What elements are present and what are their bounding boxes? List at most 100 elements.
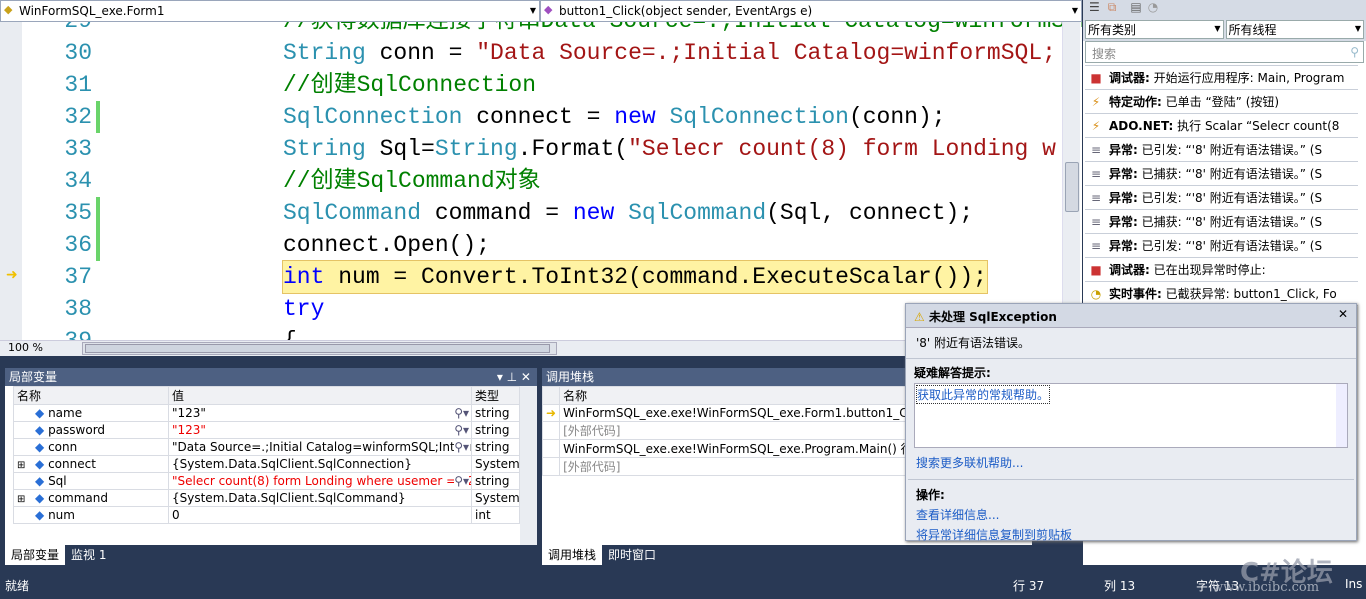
line-number: 29 (22, 22, 92, 37)
chevron-down-icon: ▼ (529, 6, 536, 15)
table-row[interactable]: ◆ num 0 int (13, 506, 520, 524)
live-event-icon: ◔ (1090, 287, 1102, 301)
table-row[interactable]: ⊞ ◆ command {System.Data.SqlClient.SqlComm… (13, 489, 520, 507)
variable-icon: ◆ (35, 423, 45, 437)
tab-immediate[interactable]: 即时窗口 (602, 545, 662, 565)
search-icon: ⚲ (1350, 45, 1359, 59)
line-number: 35 (64, 200, 92, 226)
line-number: 37 (64, 264, 92, 290)
stop-icon: ■ (1090, 263, 1102, 277)
exception-icon: ≡ (1090, 215, 1102, 229)
pane-controls[interactable]: ▾ ⊥ ✕ (497, 368, 531, 386)
current-statement-arrow-icon: ➜ (6, 267, 18, 283)
table-row[interactable]: ⊞ ◆ connect {System.Data.SqlClient.SqlConn… (13, 455, 520, 473)
variable-icon: ◆ (35, 457, 45, 471)
close-icon[interactable]: ✕ (1338, 307, 1348, 321)
visualizer-icon[interactable]: ⚲▾ (454, 474, 469, 488)
thread-dropdown[interactable]: 所有线程 ▼ (1225, 20, 1364, 39)
visualizer-icon[interactable]: ⚲▾ (454, 423, 469, 437)
history-icon[interactable]: ◔ (1148, 0, 1158, 14)
code-line[interactable]: String Sql=String.Format("Selecr count(8… (283, 133, 1056, 165)
spacer (541, 439, 561, 458)
locals-title: 局部变量 ▾ ⊥ ✕ (5, 368, 537, 386)
code-editor[interactable]: 29 //获得数据库连接字符串Data Source=.;Initial Cata… (0, 22, 1082, 340)
actions-title: 操作: (908, 479, 1354, 503)
visualizer-icon[interactable]: ⚲▾ (454, 406, 469, 420)
stop-icon: ■ (1090, 71, 1102, 85)
calls-view-icon[interactable]: ⧉ (1108, 0, 1117, 14)
line-number: 38 (64, 296, 92, 322)
trace-event[interactable]: ≡ 异常: 已引发: “'8' 附近有语法错误。” (S (1085, 186, 1358, 210)
variable-icon: ◆ (35, 406, 45, 420)
view-details-link[interactable]: 查看详细信息... (906, 503, 1356, 523)
column-header[interactable]: 名称 (13, 386, 169, 405)
code-line[interactable]: //创建SqlConnection (283, 69, 536, 101)
code-line[interactable]: int num = Convert.ToInt32(command.Execut… (282, 260, 988, 294)
variable-icon: ◆ (35, 474, 45, 488)
line-number: 30 (64, 40, 92, 66)
code-line[interactable]: SqlCommand command = new SqlCommand(Sql,… (283, 197, 973, 229)
list-view-icon[interactable]: ☰ (1089, 0, 1100, 14)
trace-event[interactable]: ≡ 异常: 已引发: “'8' 附近有语法错误。” (S (1085, 234, 1358, 258)
tab-call-stack[interactable]: 调用堆栈 (542, 545, 603, 565)
search-input[interactable]: 搜索 ⚲ (1085, 41, 1364, 63)
trace-event[interactable]: ≡ 异常: 已捕获: “'8' 附近有语法错误。” (S (1085, 162, 1358, 186)
trace-event[interactable]: ≡ 异常: 已引发: “'8' 附近有语法错误。” (S (1085, 138, 1358, 162)
code-line[interactable]: String conn = "Data Source=.;Initial Cat… (283, 37, 1056, 69)
expand-icon[interactable]: ⊞ (17, 494, 35, 505)
category-dropdown[interactable]: 所有类别 ▼ (1085, 20, 1224, 39)
exception-icon: ≡ (1090, 191, 1102, 205)
code-line[interactable]: { (283, 325, 297, 340)
tips-list: 获取此异常的常规帮助。 (914, 383, 1348, 448)
class-icon: ◆ (4, 3, 13, 16)
exception-message: '8' 附近有语法错误。 (906, 328, 1356, 359)
trace-event[interactable]: ≡ 异常: 已捕获: “'8' 附近有语法错误。” (S (1085, 210, 1358, 234)
code-line[interactable]: connect.Open(); (283, 229, 490, 261)
tip-link[interactable]: 获取此异常的常规帮助。 (916, 385, 1051, 404)
search-online-help-link[interactable]: 搜索更多联机帮助... (906, 450, 1356, 475)
trace-event[interactable]: ■ 调试器: 开始运行应用程序: Main, Program (1085, 66, 1358, 90)
line-number: 39 (22, 325, 92, 340)
zoom-level[interactable]: 100 % (8, 341, 43, 354)
exception-icon: ≡ (1090, 143, 1102, 157)
member-dropdown[interactable]: ◆ button1_Click(object sender, EventArgs … (540, 0, 1082, 22)
trace-event[interactable]: ■ 调试器: 已在出现异常时停止: (1085, 258, 1358, 282)
variable-icon: ◆ (35, 440, 45, 454)
status-column: 列 13 (1104, 579, 1136, 593)
method-icon: ◆ (544, 3, 553, 16)
status-bar: 就绪 行 37 列 13 字符 13 Ins (0, 570, 1366, 599)
indicator-margin (0, 22, 22, 340)
trace-event[interactable]: ⚡ ADO.NET: 执行 Scalar “Selecr count(8 (1085, 114, 1358, 138)
table-row[interactable]: ◆ Sql "Selecr count(8) form Londing where… (13, 472, 520, 490)
table-row[interactable]: ◆ name "123" ⚲▾ string (13, 404, 520, 422)
tips-title: 疑难解答提示: (914, 366, 991, 380)
expand-icon[interactable]: ⊞ (17, 460, 35, 471)
status-line: 行 37 (1013, 579, 1045, 593)
tips-scrollbar[interactable] (1336, 384, 1347, 447)
table-row[interactable]: ◆ password "123" ⚲▾ string (13, 421, 520, 439)
tab-watch[interactable]: 监视 1 (65, 545, 112, 565)
table-row[interactable]: ◆ conn "Data Source=.;Initial Catalog=win… (13, 438, 520, 456)
change-indicator (96, 197, 100, 229)
locals-table: 名称值类型 ◆ name "123" ⚲▾ string ◆ password "123"… (13, 386, 520, 524)
vertical-scrollbar[interactable] (1062, 22, 1080, 340)
column-header[interactable]: 类型 (471, 386, 520, 405)
copy-details-link[interactable]: 将异常详细信息复制到剪贴板 (906, 523, 1356, 543)
code-line[interactable]: //创建SqlCommand对象 (283, 165, 541, 197)
line-number: 31 (64, 72, 92, 98)
tab-locals[interactable]: 局部变量 (5, 545, 66, 565)
intellitrace-toolbar: ☰ ⧉ ▤ ◔ (1083, 0, 1366, 18)
spacer (541, 421, 561, 440)
visualizer-icon[interactable]: ⚲▾ (454, 440, 469, 454)
class-dropdown[interactable]: ◆ WinFormSQL_exe.Form1 ▼ (0, 0, 540, 22)
code-line[interactable]: //获得数据库连接字符串Data Source=.;Initial Catalo… (283, 22, 1082, 37)
settings-icon[interactable]: ▤ (1130, 0, 1141, 14)
trace-event[interactable]: ⚡ 特定动作: 已单击 “登陆” (按钮) (1085, 90, 1358, 114)
column-header[interactable]: 值 (168, 386, 472, 405)
locals-scrollbar[interactable] (520, 386, 537, 545)
code-line[interactable]: try (283, 293, 324, 325)
horizontal-scrollbar[interactable] (82, 342, 557, 355)
code-line[interactable]: SqlConnection connect = new SqlConnectio… (283, 101, 946, 133)
status-ins: Ins (1345, 577, 1363, 591)
line-number: 34 (64, 168, 92, 194)
